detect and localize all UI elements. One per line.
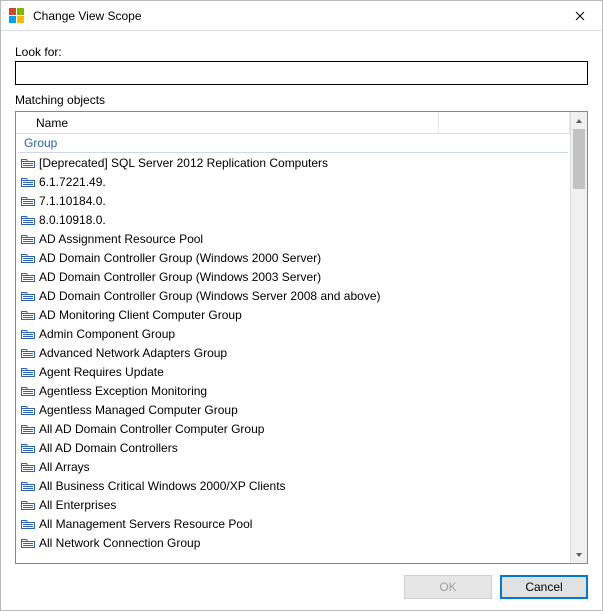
list-item-label: Admin Component Group (39, 327, 175, 341)
list-item[interactable]: 6.1.7221.49. (16, 172, 570, 191)
group-icon (20, 537, 36, 549)
group-icon (20, 271, 36, 283)
vertical-scrollbar[interactable] (570, 112, 587, 563)
list-item[interactable]: All Arrays (16, 457, 570, 476)
scroll-track[interactable] (571, 129, 587, 546)
group-icon (20, 309, 36, 321)
group-icon (20, 347, 36, 359)
list-item[interactable]: All Enterprises (16, 495, 570, 514)
group-icon (20, 423, 36, 435)
group-icon (20, 328, 36, 340)
dialog-footer: OK Cancel (1, 564, 602, 610)
list-item-label: All Business Critical Windows 2000/XP Cl… (39, 479, 286, 493)
list-item-label: 6.1.7221.49. (39, 175, 106, 189)
list-item-label: Agentless Managed Computer Group (39, 403, 238, 417)
group-icon (20, 290, 36, 302)
list-item-label: AD Domain Controller Group (Windows Serv… (39, 289, 381, 303)
group-icon (20, 366, 36, 378)
group-icon (20, 442, 36, 454)
list-item[interactable]: 7.1.10184.0. (16, 191, 570, 210)
results-listbox[interactable]: Name Group [Deprecated] SQL Server 2012 … (15, 111, 588, 564)
list-item-label: [Deprecated] SQL Server 2012 Replication… (39, 156, 328, 170)
list-item[interactable]: 8.0.10918.0. (16, 210, 570, 229)
list-item[interactable]: [Deprecated] SQL Server 2012 Replication… (16, 153, 570, 172)
list-item-label: Agent Requires Update (39, 365, 164, 379)
list-item-label: AD Assignment Resource Pool (39, 232, 203, 246)
matching-label: Matching objects (15, 93, 588, 107)
column-header-row: Name (16, 112, 570, 134)
list-item[interactable]: All AD Domain Controller Computer Group (16, 419, 570, 438)
list-item-label: Advanced Network Adapters Group (39, 346, 227, 360)
group-icon (20, 480, 36, 492)
group-header[interactable]: Group (18, 134, 568, 153)
list-item[interactable]: AD Domain Controller Group (Windows Serv… (16, 286, 570, 305)
ok-button-label: OK (439, 580, 456, 594)
list-item-label: All Management Servers Resource Pool (39, 517, 252, 531)
group-icon (20, 157, 36, 169)
group-icon (20, 214, 36, 226)
close-button[interactable] (557, 1, 602, 31)
app-icon (9, 8, 25, 24)
group-icon (20, 385, 36, 397)
list-item-label: All AD Domain Controller Computer Group (39, 422, 264, 436)
list-item-label: All Arrays (39, 460, 90, 474)
scroll-down-arrow-icon[interactable] (571, 546, 587, 563)
ok-button: OK (404, 575, 492, 599)
list-item[interactable]: AD Domain Controller Group (Windows 2003… (16, 267, 570, 286)
lookfor-label: Look for: (15, 45, 588, 59)
scroll-up-arrow-icon[interactable] (571, 112, 587, 129)
list-item[interactable]: All Business Critical Windows 2000/XP Cl… (16, 476, 570, 495)
group-icon (20, 252, 36, 264)
list-item-label: All Network Connection Group (39, 536, 200, 550)
list-item[interactable]: Agentless Exception Monitoring (16, 381, 570, 400)
group-icon (20, 195, 36, 207)
group-icon (20, 518, 36, 530)
cancel-button[interactable]: Cancel (500, 575, 588, 599)
list-item-label: Agentless Exception Monitoring (39, 384, 207, 398)
group-icon (20, 499, 36, 511)
list-item[interactable]: All Management Servers Resource Pool (16, 514, 570, 533)
list-item[interactable]: Agentless Managed Computer Group (16, 400, 570, 419)
list-item[interactable]: Advanced Network Adapters Group (16, 343, 570, 362)
group-icon (20, 461, 36, 473)
list-item[interactable]: AD Assignment Resource Pool (16, 229, 570, 248)
group-icon (20, 176, 36, 188)
group-icon (20, 404, 36, 416)
list-item-label: AD Monitoring Client Computer Group (39, 308, 242, 322)
window-title: Change View Scope (33, 9, 142, 23)
list-item[interactable]: Agent Requires Update (16, 362, 570, 381)
group-icon (20, 233, 36, 245)
close-icon (575, 11, 585, 21)
scroll-thumb[interactable] (573, 129, 585, 189)
list-item-label: AD Domain Controller Group (Windows 2000… (39, 251, 321, 265)
cancel-button-label: Cancel (525, 580, 562, 594)
list-item[interactable]: Admin Component Group (16, 324, 570, 343)
list-item[interactable]: AD Domain Controller Group (Windows 2000… (16, 248, 570, 267)
list-item[interactable]: All Network Connection Group (16, 533, 570, 552)
title-bar: Change View Scope (1, 1, 602, 31)
column-header-name-label: Name (36, 116, 68, 130)
list-item[interactable]: AD Monitoring Client Computer Group (16, 305, 570, 324)
list-item-label: All AD Domain Controllers (39, 441, 178, 455)
list-item[interactable]: All AD Domain Controllers (16, 438, 570, 457)
list-item-label: All Enterprises (39, 498, 116, 512)
list-item-label: AD Domain Controller Group (Windows 2003… (39, 270, 321, 284)
column-header-empty[interactable] (439, 112, 570, 133)
column-header-name[interactable]: Name (34, 112, 439, 133)
list-item-label: 8.0.10918.0. (39, 213, 106, 227)
list-item-label: 7.1.10184.0. (39, 194, 106, 208)
lookfor-input[interactable] (15, 61, 588, 85)
